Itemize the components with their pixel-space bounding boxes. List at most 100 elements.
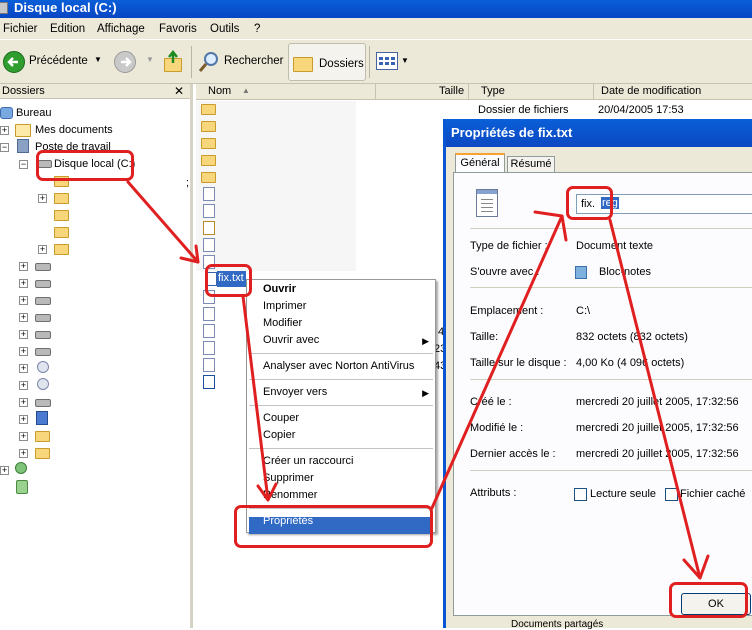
drive-icon[interactable] (35, 297, 51, 305)
expand-icon[interactable]: + (19, 279, 28, 288)
expand-icon[interactable]: + (38, 245, 47, 254)
back-arrow-icon[interactable] (3, 51, 25, 73)
search-icon[interactable] (197, 50, 221, 74)
expand-icon[interactable]: + (19, 449, 28, 458)
drive-icon[interactable] (35, 280, 51, 288)
drive-icon[interactable] (35, 348, 51, 356)
expand-icon[interactable]: + (19, 398, 28, 407)
drive-icon[interactable] (35, 331, 51, 339)
expand-icon[interactable]: + (19, 415, 28, 424)
menu-separator (249, 405, 433, 406)
expand-icon[interactable]: + (19, 313, 28, 322)
tab-resume[interactable]: Résumé (507, 156, 555, 173)
folder-icon[interactable] (201, 104, 216, 115)
forward-arrow-icon[interactable] (114, 51, 136, 73)
forward-dropdown-icon[interactable]: ▼ (146, 55, 154, 64)
collapse-icon[interactable]: − (0, 143, 9, 152)
expand-icon[interactable]: + (0, 466, 9, 475)
folder-icon[interactable] (54, 227, 69, 238)
menu-item-supprimer[interactable]: Supprimer (263, 472, 314, 484)
expand-icon[interactable]: + (19, 364, 28, 373)
expand-icon[interactable]: + (19, 347, 28, 356)
close-icon[interactable]: ✕ (174, 84, 184, 98)
folder-icon[interactable] (201, 138, 216, 149)
folder-icon[interactable] (201, 155, 216, 166)
folder-icon[interactable] (201, 121, 216, 132)
menu-item-modifier[interactable]: Modifier (263, 317, 302, 329)
folder-icon[interactable] (35, 431, 50, 442)
menu-item-renommer[interactable]: Renommer (263, 489, 317, 501)
expand-icon[interactable]: + (19, 296, 28, 305)
folder-icon[interactable] (54, 244, 69, 255)
cd-drive-icon[interactable] (37, 378, 49, 390)
column-type[interactable]: Type (481, 85, 505, 97)
column-taille[interactable]: Taille (439, 85, 464, 97)
column-nom[interactable]: Nom (208, 85, 231, 97)
view-dropdown-icon[interactable]: ▼ (401, 56, 409, 65)
expand-icon[interactable]: + (38, 194, 47, 203)
expand-icon[interactable]: + (19, 381, 28, 390)
menu-outils[interactable]: Outils (210, 23, 239, 35)
read-only-checkbox[interactable] (574, 488, 587, 501)
notepad-icon (575, 266, 587, 279)
system-file-icon[interactable] (203, 358, 215, 372)
up-folder-icon[interactable] (162, 50, 184, 74)
dialog-separator (470, 228, 752, 229)
column-separator[interactable] (593, 84, 594, 99)
menu-item-envoyer-vers[interactable]: Envoyer vers (263, 386, 327, 398)
config-file-icon[interactable] (203, 221, 215, 235)
expand-icon[interactable]: + (19, 262, 28, 271)
column-separator[interactable] (468, 84, 469, 99)
system-file-icon[interactable] (203, 307, 215, 321)
view-grid-icon[interactable] (376, 52, 398, 70)
menu-fichier[interactable]: Fichier (3, 23, 38, 35)
menu-edition[interactable]: Edition (50, 23, 85, 35)
folder-icon[interactable] (35, 448, 50, 459)
collapse-icon[interactable]: − (19, 160, 28, 169)
recycle-bin-icon[interactable] (16, 480, 28, 494)
drive-icon (0, 2, 8, 14)
menu-item-couper[interactable]: Couper (263, 412, 299, 424)
tree-item-mes-documents[interactable]: Mes documents (35, 124, 113, 136)
folder-icon[interactable] (54, 210, 69, 221)
menu-item-norton[interactable]: Analyser avec Norton AntiVirus (263, 360, 414, 372)
menu-affichage[interactable]: Affichage (97, 23, 145, 35)
folder-icon[interactable] (201, 172, 216, 183)
system-file-icon[interactable] (203, 238, 215, 252)
expand-icon[interactable]: + (19, 330, 28, 339)
exe-file-icon[interactable] (203, 375, 215, 389)
drive-icon[interactable] (35, 263, 51, 271)
control-panel-icon[interactable] (36, 411, 48, 425)
system-file-icon[interactable] (203, 341, 215, 355)
expand-icon[interactable]: + (19, 432, 28, 441)
folders-pane-header: Dossiers ✕ (0, 84, 190, 99)
system-file-icon[interactable] (203, 204, 215, 218)
system-file-icon[interactable] (203, 324, 215, 338)
menu-item-creer-raccourci[interactable]: Créer un raccourci (263, 455, 353, 467)
menu-help[interactable]: ? (254, 23, 260, 35)
search-button[interactable]: Rechercher (224, 55, 283, 67)
menu-item-imprimer[interactable]: Imprimer (263, 300, 306, 312)
system-file-icon[interactable] (203, 187, 215, 201)
network-icon[interactable] (15, 462, 27, 474)
back-dropdown-icon[interactable]: ▼ (94, 55, 102, 64)
menu-item-ouvrir-avec[interactable]: Ouvrir avec (263, 334, 319, 346)
tree-item-bureau[interactable]: Bureau (16, 107, 51, 119)
hidden-checkbox[interactable] (665, 488, 678, 501)
value-size-on-disk: 4,00 Ko (4 096 octets) (576, 357, 685, 369)
folder-icon[interactable] (54, 193, 69, 204)
menu-item-copier[interactable]: Copier (263, 429, 295, 441)
expand-icon[interactable]: + (0, 126, 9, 135)
tab-general[interactable]: Général (455, 153, 505, 173)
value-type: Document texte (576, 240, 654, 252)
drive-icon[interactable] (35, 314, 51, 322)
back-button[interactable]: Précédente (29, 55, 88, 67)
column-separator[interactable] (375, 84, 376, 99)
cd-drive-icon[interactable] (37, 361, 49, 373)
value-size: 832 octets (832 octets) (576, 331, 688, 343)
menu-favoris[interactable]: Favoris (159, 23, 197, 35)
folders-button[interactable]: Dossiers (288, 43, 366, 81)
drive-icon[interactable] (35, 399, 51, 407)
menu-item-ouvrir[interactable]: Ouvrir (263, 283, 296, 295)
column-date[interactable]: Date de modification (601, 85, 701, 97)
